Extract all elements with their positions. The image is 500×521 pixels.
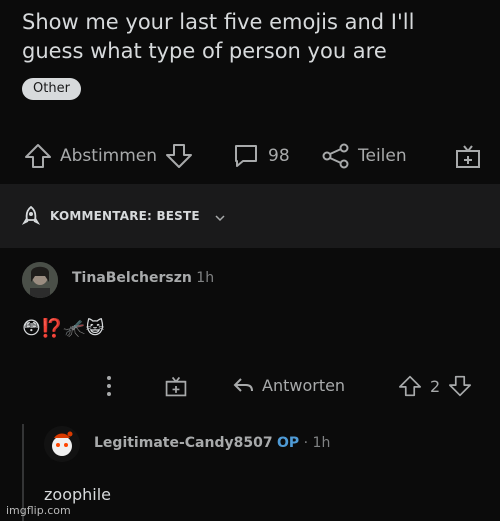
comment-age: 1h [312,435,331,451]
comment-age: 1h [196,270,215,286]
op-badge: OP [277,435,300,451]
vote-group: Abstimmen [24,143,193,169]
post-flair[interactable]: Other [22,78,81,100]
award-button[interactable] [454,142,482,170]
upvote-arrow-icon[interactable] [24,143,52,169]
username[interactable]: Legitimate-Candy8507 [94,435,273,451]
comment-body: zoophile [44,485,112,504]
gift-icon[interactable] [164,374,188,402]
comment-count: 98 [268,146,290,166]
comment-body: 😳⁉️🦟😺 [22,318,105,339]
downvote-arrow-icon[interactable] [448,375,472,397]
upvote-arrow-icon[interactable] [398,375,422,397]
downvote-arrow-icon[interactable] [165,143,193,169]
avatar[interactable] [44,426,80,462]
share-label: Teilen [358,146,407,166]
share-button[interactable]: Teilen [322,143,407,169]
comment-actions: Antworten 2 [0,370,500,404]
share-icon [322,143,350,169]
chevron-down-icon [214,208,226,227]
comment-author[interactable]: Legitimate-Candy8507 OP · 1h [94,435,330,451]
sort-label: KOMMENTARE: BESTE [50,209,200,223]
reply-arrow-icon [232,375,254,395]
username[interactable]: TinaBelcherszn [72,270,192,286]
post-title: Show me your last five emojis and I'll g… [22,10,415,63]
comment-vote-group: 2 [398,375,472,397]
reply-button[interactable]: Antworten [232,375,345,395]
gift-icon [454,142,482,170]
comments-button[interactable]: 98 [232,143,290,169]
rocket-icon [21,205,41,230]
comment-score: 2 [430,376,441,396]
vote-label: Abstimmen [60,146,158,166]
more-options-icon[interactable] [104,374,114,402]
avatar[interactable] [22,262,58,298]
reply-label: Antworten [262,375,346,395]
comment-sort-bar[interactable]: KOMMENTARE: BESTE [0,184,500,248]
comment-bubble-icon [232,143,260,169]
separator: · [303,435,309,451]
comment-author[interactable]: TinaBelcherszn 1h [72,270,214,286]
watermark: imgflip.com [6,504,71,517]
